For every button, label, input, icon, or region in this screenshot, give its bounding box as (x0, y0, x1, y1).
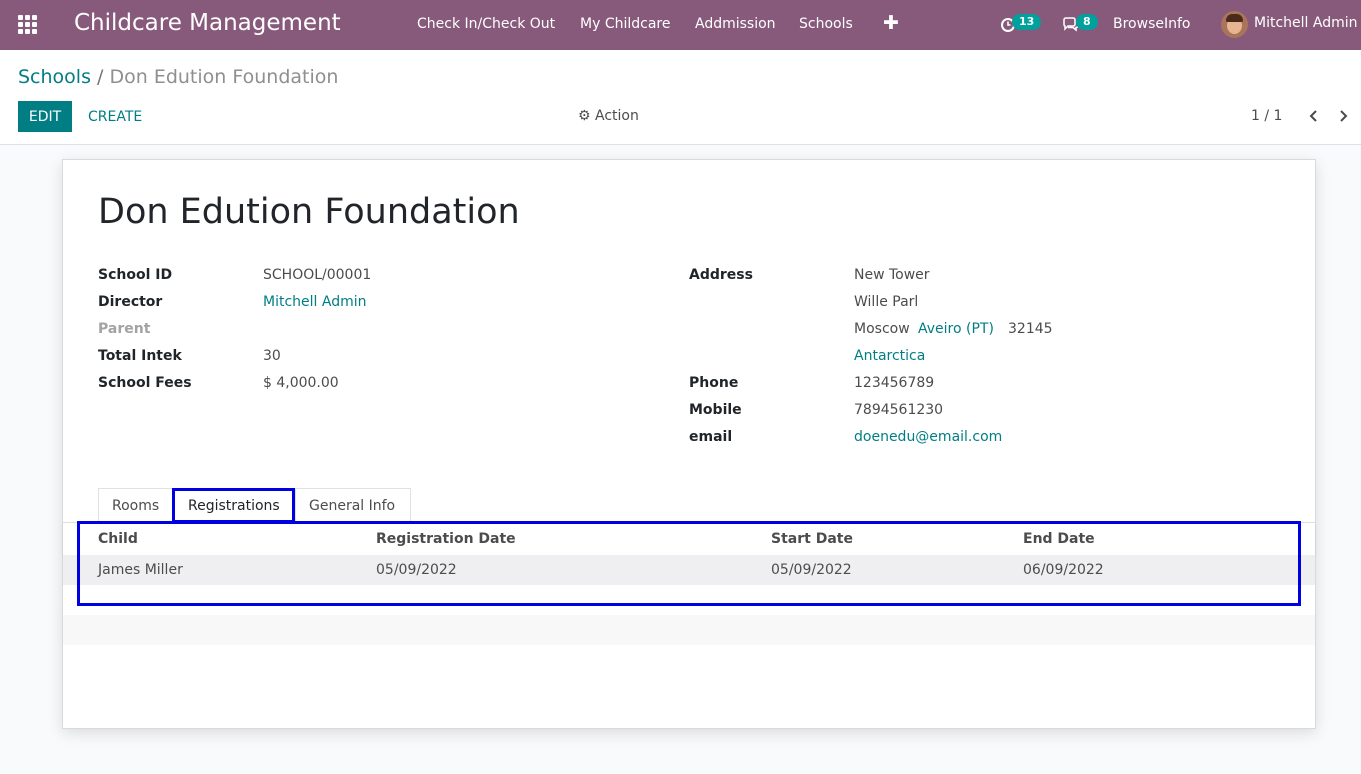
address-street: New Tower (854, 267, 930, 283)
column-registration-date[interactable]: Registration Date (376, 531, 516, 547)
breadcrumb-current: Don Edution Foundation (109, 66, 339, 88)
notebook-tabs: Rooms Registrations General Info (63, 488, 1315, 523)
total-intek-value: 30 (263, 348, 281, 364)
action-menu[interactable]: ⚙ Action (578, 108, 639, 124)
apps-menu-icon[interactable] (18, 15, 38, 35)
top-navbar: Childcare Management Check In/Check Out … (0, 0, 1361, 50)
pager-value[interactable]: 1 / 1 (1251, 108, 1282, 124)
parent-label: Parent (98, 321, 151, 337)
empty-row (63, 615, 1315, 645)
address-zip: 32145 (1008, 321, 1053, 337)
user-name: Mitchell Admin (1254, 15, 1358, 31)
cell-end-date: 06/09/2022 (1023, 562, 1104, 578)
column-end-date[interactable]: End Date (1023, 531, 1095, 547)
registrations-table: Child Registration Date Start Date End D… (63, 523, 1315, 645)
activity-count-badge: 13 (1012, 14, 1042, 30)
email-label: email (689, 429, 733, 445)
director-label: Director (98, 294, 163, 310)
menu-my-childcare[interactable]: My Childcare (580, 16, 670, 32)
message-count-badge: 8 (1076, 14, 1098, 30)
school-id-label: School ID (98, 267, 173, 283)
breadcrumb-schools[interactable]: Schools (18, 66, 91, 88)
school-fees-label: School Fees (98, 375, 192, 391)
menu-schools[interactable]: Schools (799, 16, 853, 32)
director-link[interactable]: Mitchell Admin (263, 294, 367, 310)
action-label: Action (595, 108, 639, 124)
column-start-date[interactable]: Start Date (771, 531, 853, 547)
activity-button[interactable]: 13 (1000, 13, 1042, 37)
messages-button[interactable]: 8 (1062, 13, 1098, 37)
edit-button[interactable]: EDIT (18, 101, 72, 132)
table-header: Child Registration Date Start Date End D… (63, 523, 1315, 555)
breadcrumb-separator: / (97, 66, 104, 88)
email-link[interactable]: doenedu@email.com (854, 429, 1002, 445)
avatar (1221, 11, 1248, 38)
school-id-value: SCHOOL/00001 (263, 267, 372, 283)
address-state-link[interactable]: Aveiro (PT) (918, 321, 994, 337)
browseinfo-link[interactable]: BrowseInfo (1113, 16, 1190, 32)
gear-icon: ⚙ (578, 108, 591, 124)
pager-next-button[interactable] (1334, 107, 1352, 125)
mobile-label: Mobile (689, 402, 742, 418)
cell-start-date: 05/09/2022 (771, 562, 852, 578)
address-city: Moscow (854, 321, 910, 337)
school-fees-value: $ 4,000.00 (263, 375, 339, 391)
phone-value: 123456789 (854, 375, 935, 391)
chevron-right-icon (1340, 110, 1348, 122)
table-row[interactable]: James Miller 05/09/2022 05/09/2022 06/09… (63, 555, 1315, 585)
app-title[interactable]: Childcare Management (74, 10, 341, 36)
column-child[interactable]: Child (98, 531, 138, 547)
mobile-value: 7894561230 (854, 402, 944, 418)
form-sheet: Don Edution Foundation School ID SCHOOL/… (62, 159, 1316, 729)
tab-rooms[interactable]: Rooms (98, 488, 173, 523)
total-intek-label: Total Intek (98, 348, 182, 364)
address-label: Address (689, 267, 753, 283)
control-panel: Schools / Don Edution Foundation EDIT CR… (0, 50, 1361, 145)
menu-addmission[interactable]: Addmission (695, 16, 776, 32)
chevron-left-icon (1309, 110, 1317, 122)
cell-child: James Miller (98, 562, 183, 578)
tab-general-info[interactable]: General Info (295, 488, 411, 523)
address-street2: Wille Parl (854, 294, 919, 310)
address-country-link[interactable]: Antarctica (854, 348, 925, 364)
menu-check-in-out[interactable]: Check In/Check Out (417, 16, 555, 32)
record-title: Don Edution Foundation (98, 192, 520, 232)
plus-icon[interactable]: ✚ (883, 12, 899, 34)
create-button[interactable]: CREATE (80, 101, 150, 132)
phone-label: Phone (689, 375, 739, 391)
pager-previous-button[interactable] (1305, 107, 1323, 125)
empty-row (63, 585, 1315, 615)
breadcrumb: Schools / Don Edution Foundation (18, 66, 338, 88)
cell-registration-date: 05/09/2022 (376, 562, 457, 578)
tab-registrations[interactable]: Registrations (172, 488, 295, 523)
